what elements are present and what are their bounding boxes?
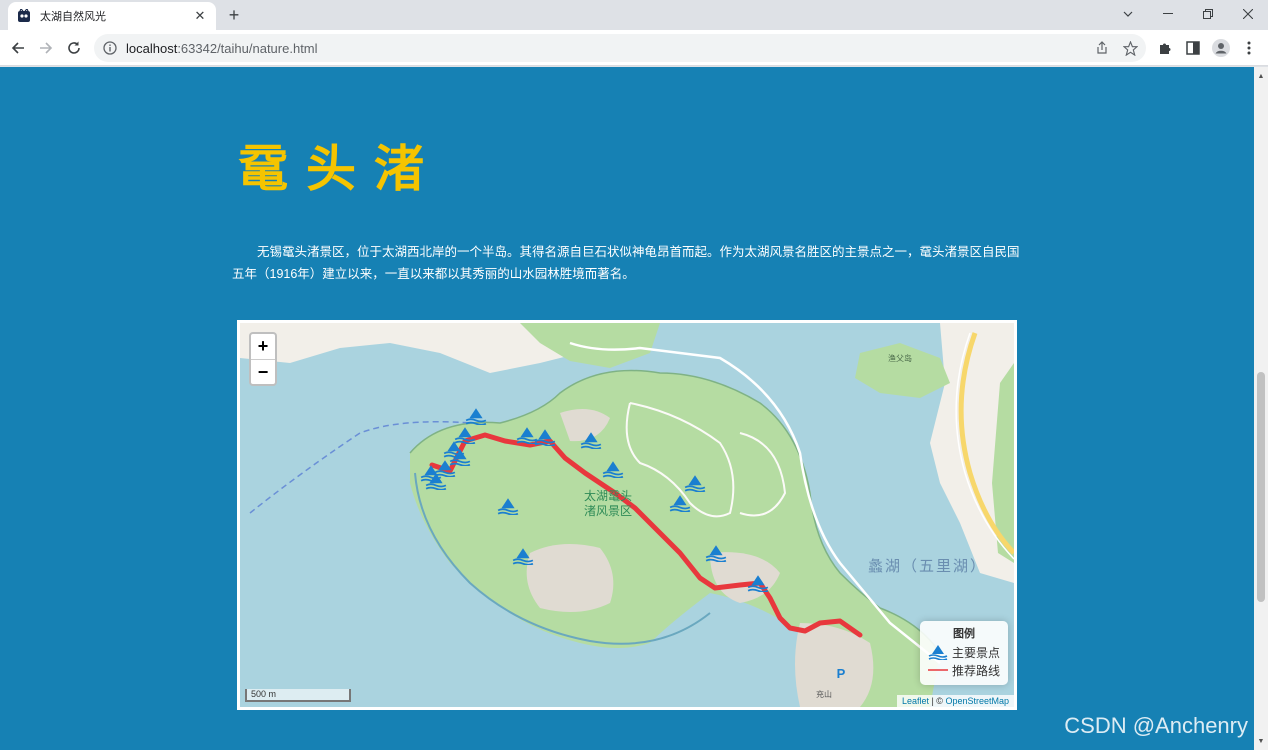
- zoom-out-button[interactable]: −: [251, 359, 275, 384]
- scenic-spot-marker-icon[interactable]: [669, 494, 691, 513]
- tab-strip: 太湖自然风光 ✕ +: [0, 0, 1268, 30]
- address-bar[interactable]: localhost:63342/taihu/nature.html: [94, 34, 1146, 62]
- scenic-spot-marker-icon[interactable]: [580, 431, 602, 450]
- area-label: 太湖鼋头 渚风景区: [584, 489, 633, 518]
- route-line-icon: [926, 662, 950, 678]
- scenic-spot-marker-icon[interactable]: [684, 474, 706, 493]
- tab-title: 太湖自然风光: [40, 11, 106, 23]
- zoom-control: + −: [249, 332, 277, 386]
- share-icon[interactable]: [1090, 34, 1114, 62]
- reload-button[interactable]: [62, 36, 86, 60]
- extensions-puzzle-icon[interactable]: [1153, 36, 1177, 60]
- map-legend: 图例 主要景点 推荐路线: [920, 621, 1008, 685]
- scenic-spot-marker-icon[interactable]: [534, 428, 556, 447]
- scenic-spot-marker-icon[interactable]: [465, 407, 487, 426]
- legend-route-label: 推荐路线: [952, 663, 1001, 678]
- restore-button[interactable]: [1188, 0, 1228, 28]
- browser-tab[interactable]: 太湖自然风光 ✕: [8, 2, 216, 30]
- forward-button[interactable]: [34, 36, 58, 60]
- page-scrollbar[interactable]: ▲ ▼: [1254, 67, 1268, 750]
- scenic-spot-marker-icon[interactable]: [425, 472, 447, 491]
- map-container[interactable]: 太湖鼋头 渚风景区 蠡湖（五里湖） 渔父岛 P 充山 + − 500 m Lea…: [237, 320, 1017, 710]
- lake-label: 蠡湖（五里湖）: [868, 558, 988, 575]
- close-window-button[interactable]: [1228, 0, 1268, 28]
- leaflet-link[interactable]: Leaflet: [902, 696, 929, 706]
- site-info-icon[interactable]: [102, 40, 118, 56]
- legend-spot-label: 主要景点: [952, 645, 1001, 660]
- side-panel-icon[interactable]: [1181, 36, 1205, 60]
- scenic-spot-marker-icon[interactable]: [512, 547, 534, 566]
- back-button[interactable]: [6, 36, 30, 60]
- site-favicon-icon: [16, 8, 32, 24]
- scroll-thumb[interactable]: [1257, 372, 1265, 602]
- osm-link[interactable]: OpenStreetMap: [945, 696, 1009, 706]
- profile-avatar-icon[interactable]: [1209, 36, 1233, 60]
- minimize-button[interactable]: [1148, 0, 1188, 28]
- legend-title: 图例: [953, 628, 975, 640]
- legend-row-spot: 主要景点: [926, 643, 1002, 661]
- intro-paragraph: 无锡鼋头渚景区，位于太湖西北岸的一个半岛。其得名源自巨石状似神龟昂首而起。作为太…: [232, 245, 1020, 281]
- new-tab-button[interactable]: +: [224, 5, 244, 25]
- scenic-spot-marker-icon[interactable]: [705, 544, 727, 563]
- url-text: localhost:63342/taihu/nature.html: [126, 40, 318, 56]
- scenic-spot-marker-icon[interactable]: [747, 574, 769, 593]
- island-label: 渔父岛: [888, 354, 912, 363]
- csdn-watermark: CSDN @Anchenry: [1064, 713, 1248, 738]
- page-title: 鼋头渚: [238, 139, 442, 198]
- scale-bar: 500 m: [245, 689, 351, 702]
- zoom-in-button[interactable]: +: [251, 334, 275, 359]
- scroll-up-arrow-icon[interactable]: ▲: [1254, 69, 1268, 83]
- browser-toolbar: localhost:63342/taihu/nature.html: [0, 30, 1268, 66]
- browser-menu-icon[interactable]: [1237, 36, 1261, 60]
- bookmark-star-icon[interactable]: [1118, 34, 1142, 62]
- parking-icon: P: [836, 666, 846, 681]
- scenic-spot-icon: [926, 644, 950, 660]
- tab-close-icon[interactable]: ✕: [192, 8, 208, 24]
- legend-row-route: 推荐路线: [926, 661, 1002, 679]
- page-viewport: 鼋头渚 无锡鼋头渚景区，位于太湖西北岸的一个半岛。其得名源自巨石状似神龟昂首而起…: [0, 67, 1254, 750]
- tab-search-icon[interactable]: [1108, 0, 1148, 28]
- scroll-down-arrow-icon[interactable]: ▼: [1254, 734, 1268, 748]
- scenic-spot-marker-icon[interactable]: [497, 497, 519, 516]
- map-attribution: Leaflet | © OpenStreetMap: [896, 695, 1014, 707]
- scenic-spot-marker-icon[interactable]: [602, 460, 624, 479]
- hill-label: 充山: [816, 690, 832, 699]
